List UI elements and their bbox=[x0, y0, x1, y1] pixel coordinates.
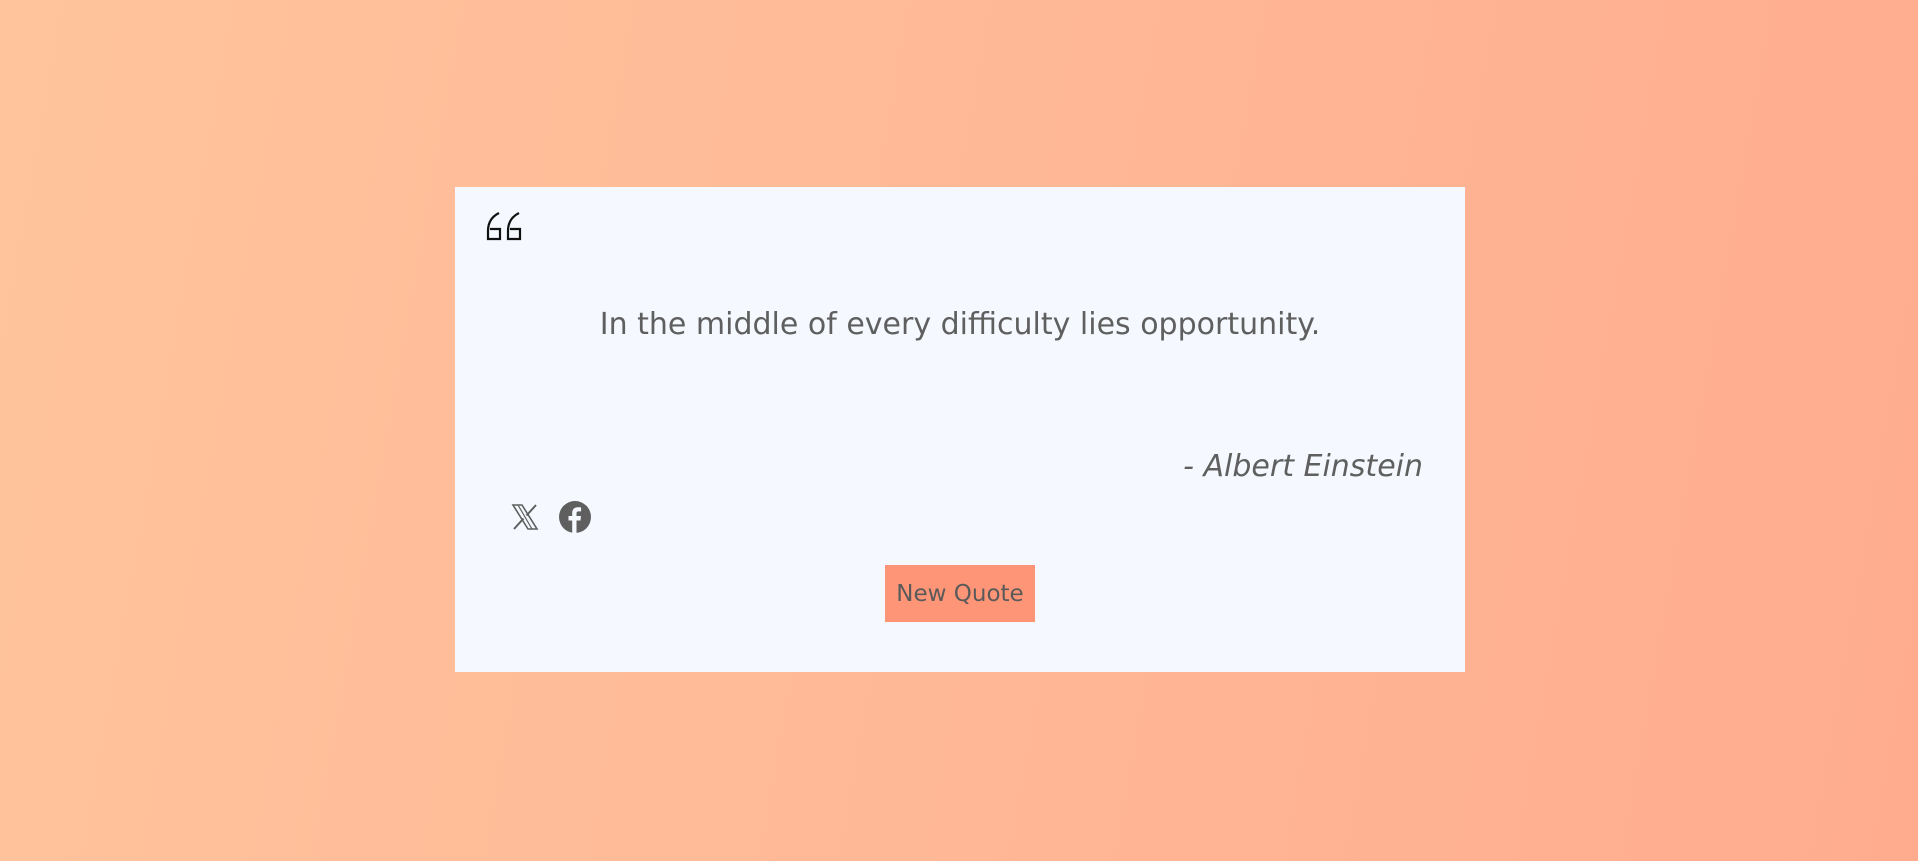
quote-author: - Albert Einstein bbox=[1183, 449, 1423, 484]
x-twitter-icon[interactable] bbox=[509, 501, 541, 533]
new-quote-button[interactable]: New Quote bbox=[885, 565, 1035, 622]
share-buttons bbox=[509, 501, 591, 533]
quote-mark-icon bbox=[485, 209, 525, 245]
quote-text: In the middle of every difficulty lies o… bbox=[599, 307, 1321, 342]
quote-card: In the middle of every difficulty lies o… bbox=[455, 187, 1465, 672]
facebook-icon[interactable] bbox=[559, 501, 591, 533]
